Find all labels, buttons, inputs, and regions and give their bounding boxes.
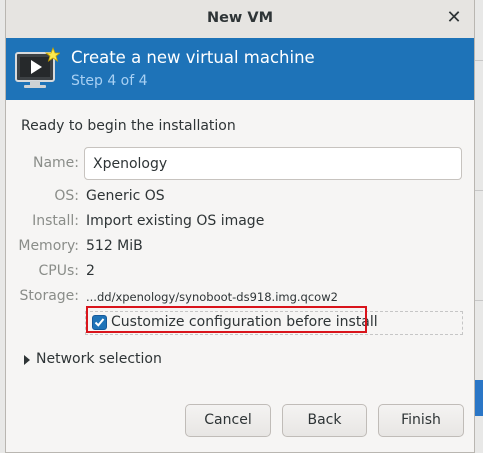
back-button[interactable]: Back	[282, 404, 367, 437]
name-label: Name:	[32, 155, 79, 171]
expander-arrow-icon	[24, 355, 30, 365]
annotation-highlight-box	[86, 306, 367, 333]
cpus-label: CPUs:	[38, 263, 79, 279]
install-value: Import existing OS image	[86, 213, 265, 229]
storage-value: ...dd/xpenology/synoboot-ds918.img.qcow2	[86, 290, 338, 304]
storage-label: Storage:	[19, 288, 80, 304]
ready-text: Ready to begin the installation	[21, 118, 236, 134]
wizard-step: Step 4 of 4	[71, 73, 148, 89]
install-label: Install:	[32, 213, 79, 229]
name-input[interactable]	[84, 147, 462, 180]
network-selection-label: Network selection	[36, 351, 162, 367]
finish-button[interactable]: Finish	[378, 404, 464, 437]
os-label: OS:	[54, 188, 79, 204]
memory-value: 512 MiB	[86, 238, 143, 254]
os-value: Generic OS	[86, 188, 165, 204]
wizard-heading: Create a new virtual machine	[71, 48, 315, 67]
close-icon[interactable]: ✕	[444, 8, 464, 28]
window-title: New VM	[206, 10, 274, 26]
new-vm-dialog: New VM ✕ Create a new virtual machine St…	[5, 0, 475, 453]
virtual-machine-icon	[15, 47, 60, 88]
memory-label: Memory:	[18, 238, 79, 254]
cancel-button[interactable]: Cancel	[185, 404, 271, 437]
titlebar: New VM ✕	[6, 0, 474, 39]
cpus-value: 2	[86, 263, 95, 279]
wizard-banner: Create a new virtual machine Step 4 of 4	[6, 38, 474, 100]
